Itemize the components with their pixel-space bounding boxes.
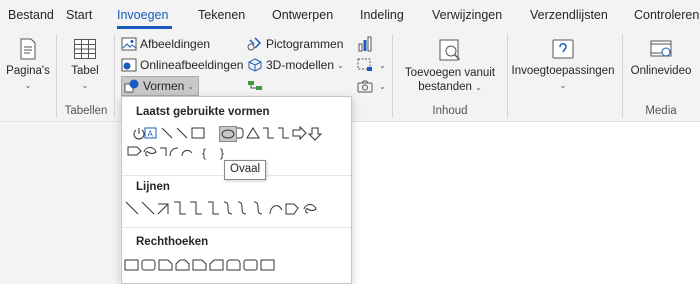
- pictograms-button[interactable]: Pictogrammen: [247, 34, 343, 54]
- page-icon: [20, 38, 36, 60]
- add-from-files-label-2: bestanden: [418, 81, 472, 93]
- chevron-down-icon: ⌄: [475, 83, 482, 92]
- table-label: Tabel: [71, 65, 99, 77]
- chevron-down-icon: ⌄: [24, 81, 32, 90]
- ribbon-separator: [507, 34, 508, 118]
- file-search-icon: [439, 39, 461, 61]
- smartart-button[interactable]: [247, 76, 266, 96]
- camera-button[interactable]: ⌄: [357, 76, 386, 96]
- lines-heading: Lijnen: [136, 181, 170, 193]
- chevron-down-icon: ⌄: [81, 81, 89, 90]
- online-video-label: Onlinevideo: [630, 65, 692, 77]
- addins-label: Invoegtoepassingen: [511, 65, 615, 77]
- chart-button[interactable]: [357, 34, 376, 54]
- pages-button[interactable]: Pagina's ⌄: [6, 38, 50, 93]
- online-images-button[interactable]: Onlineafbeeldingen: [121, 55, 243, 75]
- active-tab-indicator: [117, 26, 172, 29]
- images-button[interactable]: Afbeeldingen: [121, 34, 210, 54]
- tab-bestand[interactable]: Bestand: [8, 8, 54, 22]
- ribbon-separator: [392, 34, 393, 118]
- rectangles-row: [124, 259, 275, 271]
- chevron-down-icon: ⌄: [187, 81, 195, 91]
- section-divider: [122, 227, 351, 228]
- table-icon: [74, 39, 96, 59]
- add-from-files-button[interactable]: Toevoegen vanuit bestanden ⌄: [400, 38, 500, 95]
- media-group-label: Media: [645, 105, 677, 117]
- camera-icon: [357, 80, 373, 93]
- tab-ontwerpen[interactable]: Ontwerpen: [272, 8, 333, 22]
- shapes-label: Vormen: [143, 79, 185, 93]
- online-images-label: Onlineafbeeldingen: [140, 58, 244, 72]
- table-button[interactable]: Tabel ⌄: [66, 38, 104, 93]
- chevron-down-icon: ⌄: [559, 81, 567, 90]
- shapes-gallery: Laatst gebruikte vormen A { } Lijnen Rec…: [121, 96, 352, 284]
- tab-invoegen[interactable]: Invoegen: [117, 8, 168, 22]
- tab-controleren[interactable]: Controleren: [634, 8, 699, 22]
- content-group-label: Inhoud: [432, 105, 468, 117]
- images-label: Afbeeldingen: [140, 37, 211, 51]
- 3d-models-button[interactable]: 3D-modellen ⌄: [247, 55, 344, 75]
- chevron-down-icon: ⌄: [379, 81, 386, 91]
- tooltip: Ovaal: [224, 160, 267, 180]
- tables-group-label: Tabellen: [64, 105, 108, 117]
- lines-row: [125, 201, 317, 215]
- chevron-down-icon: ⌄: [379, 60, 386, 70]
- svg-text:}: }: [220, 146, 224, 160]
- online-video-button[interactable]: Onlinevideo: [628, 38, 694, 78]
- ribbon-separator: [114, 34, 115, 118]
- shapes-button[interactable]: Vormen ⌄: [121, 76, 200, 96]
- online-image-icon: [121, 58, 137, 72]
- svg-text:A: A: [148, 130, 154, 139]
- rectangles-heading: Rechthoeken: [136, 236, 209, 248]
- ribbon-tab-bar: Bestand Start Invoegen Tekenen Ontwerpen…: [0, 0, 700, 30]
- image-icon: [121, 37, 137, 51]
- tab-verwijzingen[interactable]: Verwijzingen: [432, 8, 502, 22]
- smartart-icon: [248, 81, 262, 90]
- cube-icon: [248, 58, 262, 72]
- tab-start[interactable]: Start: [66, 8, 92, 22]
- pictogram-icon: [247, 37, 262, 51]
- addins-button[interactable]: Invoegtoepassingen ⌄: [510, 38, 616, 93]
- chevron-down-icon: ⌄: [337, 60, 344, 70]
- pictograms-label: Pictogrammen: [266, 37, 344, 51]
- screenshot-button[interactable]: ⌄: [357, 55, 386, 75]
- add-from-files-label-1: Toevoegen vanuit: [404, 67, 496, 79]
- pages-label: Pagina's: [6, 65, 50, 77]
- tab-tekenen[interactable]: Tekenen: [198, 8, 245, 22]
- oval-icon: [221, 129, 235, 139]
- ribbon-separator: [622, 34, 623, 118]
- screenshot-icon: [357, 58, 372, 71]
- svg-text:{: {: [202, 146, 206, 160]
- video-icon: [650, 40, 672, 57]
- addins-icon: [552, 39, 574, 59]
- chart-icon: [358, 36, 372, 52]
- shapes-icon: [124, 79, 139, 93]
- tab-indeling[interactable]: Indeling: [360, 8, 404, 22]
- tab-verzendlijsten[interactable]: Verzendlijsten: [530, 8, 608, 22]
- 3d-models-label: 3D-modellen: [266, 58, 335, 72]
- oval-shape[interactable]: [219, 126, 237, 142]
- ribbon-separator: [56, 34, 57, 118]
